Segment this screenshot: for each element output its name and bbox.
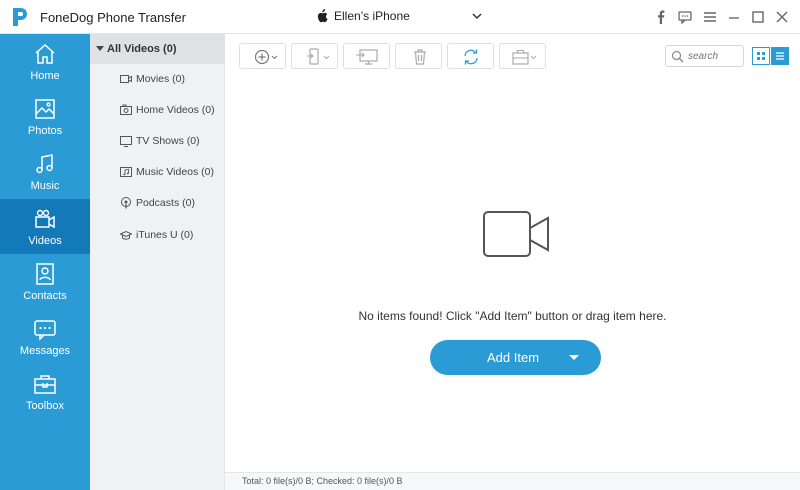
list-view-icon: [776, 52, 784, 60]
toolbar: [225, 34, 800, 78]
nav-item-videos[interactable]: Videos: [0, 199, 90, 254]
refresh-icon: [464, 49, 478, 65]
home-icon: [35, 43, 55, 64]
nav-label-toolbox: Toolbox: [26, 400, 64, 412]
list-view-button[interactable]: [771, 47, 789, 65]
category-all-videos[interactable]: All Videos (0): [90, 34, 225, 64]
export-to-device-icon: [307, 48, 330, 65]
category-panel: All Videos (0) Movies (0) Home Videos (0…: [90, 34, 225, 490]
caret-down-icon[interactable]: [569, 355, 579, 360]
add-item-button[interactable]: Add Item: [430, 340, 601, 375]
left-nav: Home Photos Music Videos Contacts Messag…: [0, 34, 90, 490]
home-video-icon: [120, 104, 132, 115]
tv-icon: [120, 136, 132, 147]
category-label: Movies (0): [136, 73, 186, 85]
nav-item-photos[interactable]: Photos: [0, 89, 90, 144]
podcast-icon: [121, 197, 131, 209]
category-home-videos[interactable]: Home Videos (0): [90, 97, 225, 125]
status-text: Total: 0 file(s)/0 B; Checked: 0 file(s)…: [242, 476, 403, 486]
feedback-icon[interactable]: [678, 9, 692, 25]
category-label: Home Videos (0): [136, 104, 215, 116]
apple-icon: [317, 9, 328, 23]
nav-item-contacts[interactable]: Contacts: [0, 254, 90, 309]
nav-label-contacts: Contacts: [23, 290, 67, 302]
search-icon: [671, 50, 684, 63]
add-icon: [254, 49, 278, 65]
close-icon[interactable]: [775, 9, 789, 25]
category-label: iTunes U (0): [136, 229, 194, 241]
category-label: Music Videos (0): [136, 166, 215, 178]
export-to-pc-icon: [356, 49, 378, 65]
toolbox-icon: [34, 375, 56, 394]
search-input[interactable]: [688, 49, 740, 64]
refresh-button[interactable]: [447, 43, 494, 69]
export-to-pc-button[interactable]: [343, 43, 390, 69]
contacts-icon: [36, 263, 54, 285]
videos-icon: [35, 209, 55, 229]
grid-view-icon: [757, 52, 765, 60]
nav-label-music: Music: [30, 180, 60, 192]
chevron-down-icon: [472, 13, 482, 20]
category-label: TV Shows (0): [136, 135, 200, 147]
facebook-icon[interactable]: [654, 9, 668, 25]
toolbox-button[interactable]: [499, 43, 546, 69]
export-to-device-button[interactable]: [291, 43, 338, 69]
nav-label-home: Home: [30, 70, 60, 82]
add-item-label: Add Item: [487, 350, 540, 365]
nav-label-photos: Photos: [27, 125, 63, 137]
search-box[interactable]: [665, 45, 744, 67]
movie-icon: [120, 75, 132, 83]
minimize-icon[interactable]: [727, 9, 741, 25]
video-camera-icon: [483, 211, 549, 257]
grid-view-button[interactable]: [752, 47, 770, 65]
nav-item-toolbox[interactable]: Toolbox: [0, 364, 90, 419]
app-logo-icon: [13, 8, 27, 26]
empty-message: No items found! Click "Add Item" button …: [358, 309, 667, 323]
messages-icon: [34, 320, 56, 341]
delete-icon: [414, 49, 426, 65]
main-panel: No items found! Click "Add Item" button …: [225, 34, 800, 490]
nav-item-music[interactable]: Music: [0, 144, 90, 199]
nav-item-messages[interactable]: Messages: [0, 309, 90, 364]
add-button[interactable]: [239, 43, 286, 69]
window-controls: [654, 9, 790, 25]
nav-label-messages: Messages: [19, 345, 71, 357]
category-tv-shows[interactable]: TV Shows (0): [90, 128, 225, 156]
device-name: Ellen’s iPhone: [334, 9, 410, 23]
category-all-label: All Videos (0): [107, 43, 177, 55]
toolbox-icon: [512, 49, 537, 65]
music-icon: [36, 154, 53, 174]
maximize-icon[interactable]: [751, 9, 765, 25]
category-music-videos[interactable]: Music Videos (0): [90, 159, 225, 187]
device-selector[interactable]: Ellen’s iPhone: [316, 8, 488, 26]
category-podcasts[interactable]: Podcasts (0): [90, 190, 225, 218]
nav-label-videos: Videos: [28, 235, 62, 247]
nav-item-home[interactable]: Home: [0, 34, 90, 89]
menu-icon[interactable]: [703, 9, 717, 25]
status-bar: Total: 0 file(s)/0 B; Checked: 0 file(s)…: [225, 472, 800, 490]
category-itunes-u[interactable]: iTunes U (0): [90, 222, 225, 250]
app-title: FoneDog Phone Transfer: [40, 10, 186, 25]
category-movies[interactable]: Movies (0): [90, 66, 225, 94]
title-bar: FoneDog Phone Transfer Ellen’s iPhone: [0, 0, 800, 34]
photos-icon: [35, 99, 55, 119]
itunes-u-icon: [120, 230, 132, 240]
music-video-icon: [120, 167, 132, 177]
delete-button[interactable]: [395, 43, 442, 69]
expand-triangle-icon[interactable]: [96, 46, 104, 51]
category-label: Podcasts (0): [136, 197, 195, 209]
